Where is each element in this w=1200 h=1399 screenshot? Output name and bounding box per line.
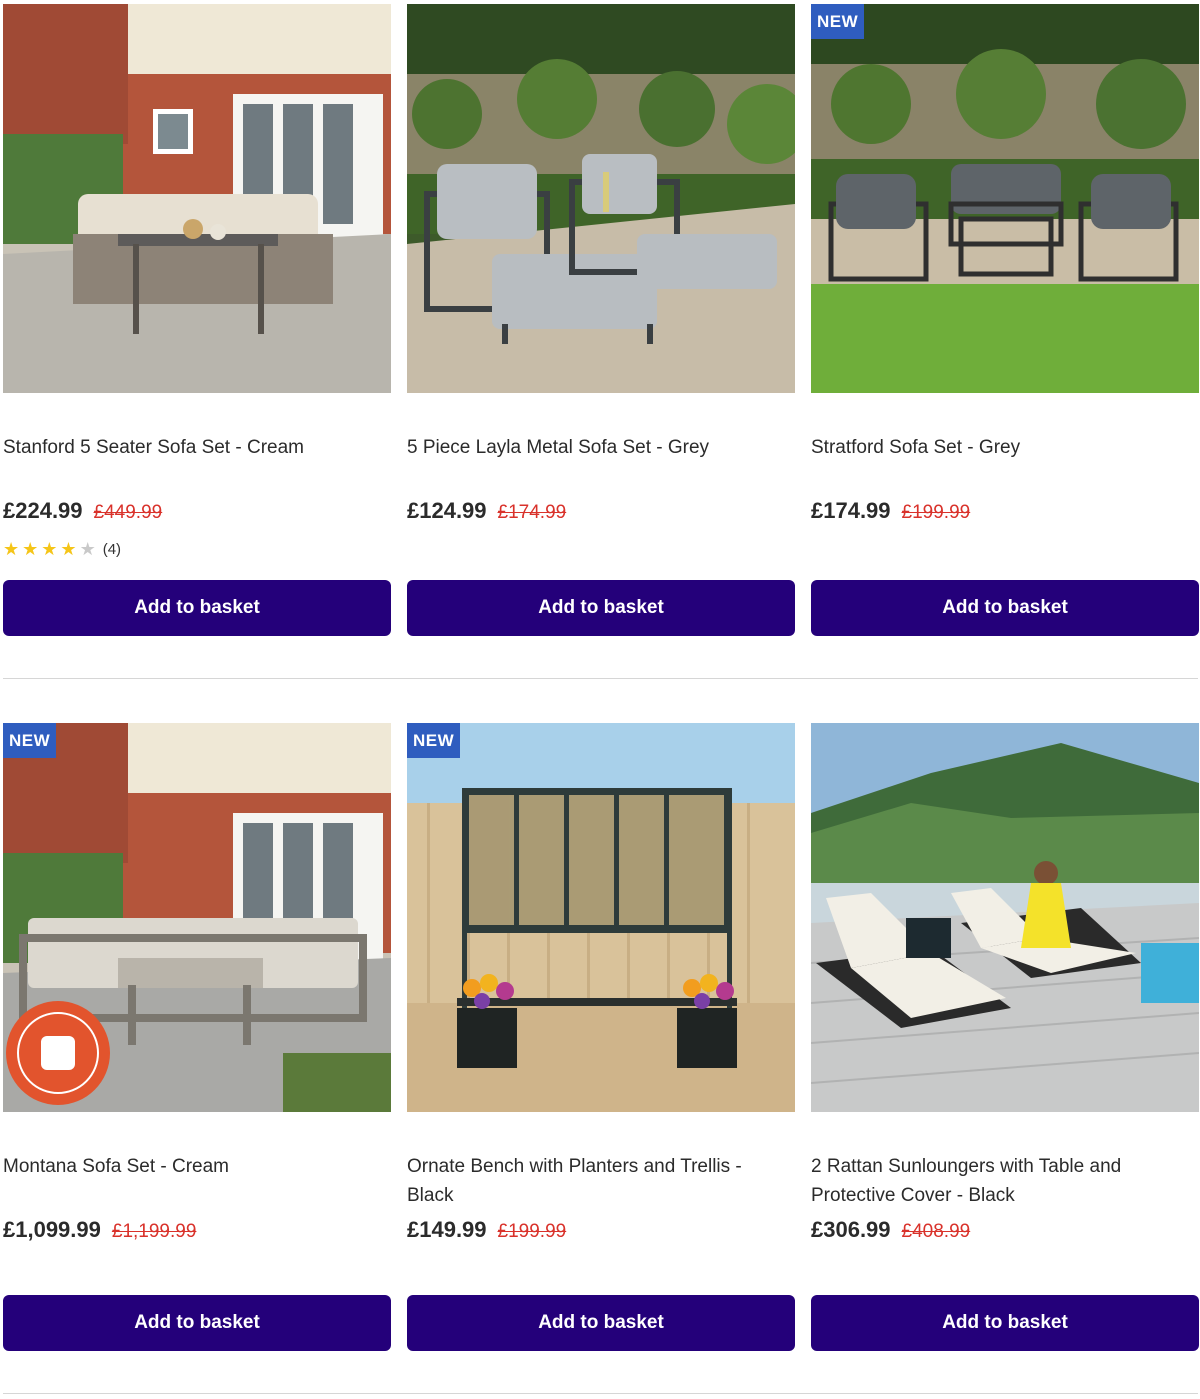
price-block: £1,099.99 £1,199.99 (3, 1217, 196, 1243)
row-divider (3, 678, 1198, 679)
product-card: NEW Montana Sofa Set - Cream £1,099.99 £… (3, 723, 391, 1351)
star-rating[interactable]: ★ ★ ★ ★ ★ (4) (3, 539, 121, 559)
current-price: £306.99 (811, 1217, 891, 1242)
price-block: £306.99 £408.99 (811, 1217, 970, 1243)
product-title[interactable]: Stratford Sofa Set - Grey (811, 433, 1191, 462)
current-price: £174.99 (811, 498, 891, 523)
add-to-basket-button[interactable]: Add to basket (407, 580, 795, 636)
product-card: 2 Rattan Sunloungers with Table and Prot… (811, 723, 1199, 1351)
add-to-basket-button[interactable]: Add to basket (407, 1295, 795, 1351)
was-price: £199.99 (901, 502, 971, 523)
was-price: £408.99 (901, 1221, 971, 1242)
price-block: £149.99 £199.99 (407, 1217, 566, 1243)
star-icon: ★ (60, 539, 77, 559)
star-icon: ★ (41, 539, 58, 559)
add-to-basket-button[interactable]: Add to basket (3, 580, 391, 636)
product-card: 5 Piece Layla Metal Sofa Set - Grey £124… (407, 4, 795, 636)
current-price: £224.99 (3, 498, 83, 523)
product-title[interactable]: 2 Rattan Sunloungers with Table and Prot… (811, 1152, 1191, 1210)
product-image[interactable] (3, 4, 391, 393)
new-badge: NEW (407, 723, 461, 758)
was-price: £1,199.99 (111, 1221, 197, 1242)
add-to-basket-button[interactable]: Add to basket (3, 1295, 391, 1351)
star-icon: ★ (22, 539, 39, 559)
product-card: Stanford 5 Seater Sofa Set - Cream £224.… (3, 4, 391, 636)
product-image[interactable]: NEW (407, 723, 795, 1112)
product-image[interactable]: NEW (811, 4, 1199, 393)
product-title[interactable]: 5 Piece Layla Metal Sofa Set - Grey (407, 433, 787, 462)
was-price: £449.99 (93, 502, 163, 523)
was-price: £174.99 (497, 502, 567, 523)
product-card: NEW Ornate Bench with Planters and Trell… (407, 723, 795, 1351)
add-to-basket-button[interactable]: Add to basket (811, 580, 1199, 636)
add-to-basket-button[interactable]: Add to basket (811, 1295, 1199, 1351)
product-title[interactable]: Ornate Bench with Planters and Trellis -… (407, 1152, 787, 1210)
new-badge: NEW (811, 4, 865, 39)
product-image[interactable]: NEW (3, 723, 391, 1112)
price-block: £224.99 £449.99 (3, 498, 162, 524)
current-price: £149.99 (407, 1217, 487, 1242)
current-price: £124.99 (407, 498, 487, 523)
was-price: £199.99 (497, 1221, 567, 1242)
product-title[interactable]: Stanford 5 Seater Sofa Set - Cream (3, 433, 383, 462)
product-image[interactable] (811, 723, 1199, 1112)
star-icon: ★ (3, 539, 20, 559)
price-block: £174.99 £199.99 (811, 498, 970, 524)
new-badge: NEW (3, 723, 57, 758)
row-divider (3, 1393, 1198, 1394)
price-block: £124.99 £174.99 (407, 498, 566, 524)
star-empty-icon: ★ (79, 539, 96, 559)
current-price: £1,099.99 (3, 1217, 101, 1242)
review-count: (4) (102, 540, 122, 558)
product-card: NEW Stratford Sofa Set - Grey £174.99 £1… (811, 4, 1199, 636)
product-image[interactable] (407, 4, 795, 393)
product-title[interactable]: Montana Sofa Set - Cream (3, 1152, 383, 1181)
